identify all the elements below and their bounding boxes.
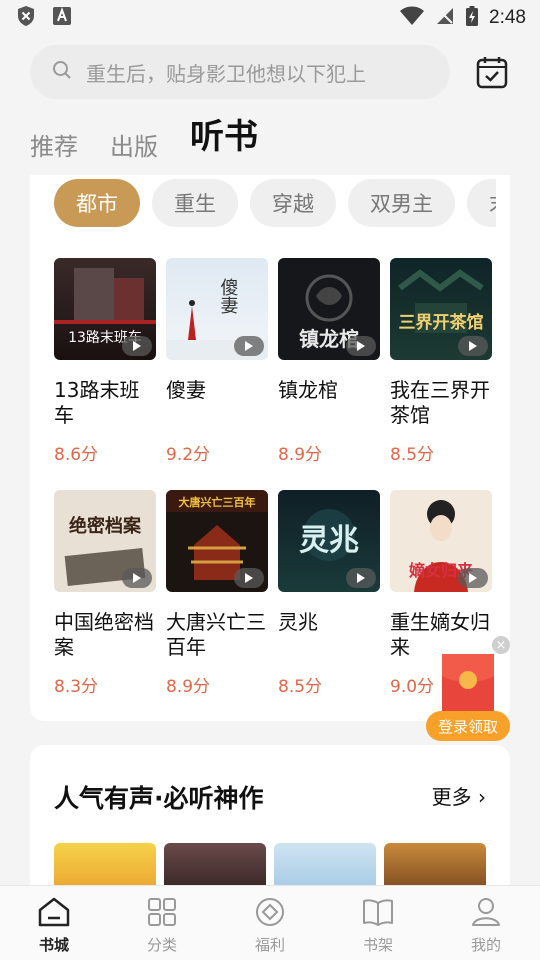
nav-label: 分类: [146, 936, 177, 954]
more-link[interactable]: 更多 ›: [432, 781, 486, 810]
profile-icon: [470, 896, 502, 932]
svg-text:傻妻: 傻妻: [218, 278, 239, 315]
bottom-nav: 书城 分类 福利 书架 我的: [0, 885, 540, 960]
welfare-icon: [254, 896, 286, 932]
nav-category[interactable]: 分类: [108, 886, 216, 960]
bookshelf-icon: [361, 896, 395, 932]
book-item[interactable]: 绝密档案 中国绝密档案 8.3分: [54, 490, 158, 721]
nav-welfare[interactable]: 福利: [216, 886, 324, 960]
chip-time-travel[interactable]: 穿越: [250, 179, 336, 227]
play-icon[interactable]: [234, 568, 264, 588]
svg-text:绝密档案: 绝密档案: [69, 515, 142, 537]
book-score: 9.2分: [166, 445, 211, 465]
book-item[interactable]: 大唐兴亡三百年 大唐兴亡三百年 8.9分: [166, 490, 270, 721]
play-icon[interactable]: [346, 568, 376, 588]
book-item[interactable]: 三界开茶馆 我在三界开茶馆 8.5分: [390, 258, 494, 490]
book-item[interactable]: 灵兆 灵兆 8.5分: [278, 490, 382, 721]
book-cover: 三界开茶馆: [390, 258, 492, 360]
nav-label: 书架: [362, 936, 393, 954]
book-title: 中国绝密档案: [54, 610, 154, 659]
book-score: 8.6分: [54, 445, 99, 465]
svg-text:灵兆: 灵兆: [299, 523, 359, 558]
red-envelope-icon[interactable]: [442, 654, 494, 716]
nav-label: 我的: [470, 936, 501, 954]
nav-bookstore[interactable]: 书城: [0, 886, 108, 960]
promo-close-button[interactable]: ×: [492, 636, 510, 654]
play-icon[interactable]: [122, 568, 152, 588]
book-score: 8.9分: [278, 445, 323, 465]
nav-label: 福利: [254, 936, 285, 954]
no-signal-icon: [435, 6, 455, 30]
chip-rebirth[interactable]: 重生: [152, 179, 238, 227]
battery-charging-icon: [465, 5, 479, 31]
section-title: 人气有声·必听神作: [54, 784, 264, 813]
svg-text:大唐兴亡三百年: 大唐兴亡三百年: [179, 495, 256, 509]
wifi-icon: [399, 6, 425, 30]
play-icon[interactable]: [346, 336, 376, 356]
book-cover: 镇龙棺: [278, 258, 380, 360]
svg-text:三界开茶馆: 三界开茶馆: [399, 312, 484, 333]
tab-published[interactable]: 出版: [110, 127, 158, 168]
book-title: 13路末班车: [54, 378, 140, 427]
tab-recommend[interactable]: 推荐: [30, 127, 78, 168]
book-cover: 绝密档案: [54, 490, 156, 592]
tab-audiobooks[interactable]: 听书: [190, 109, 258, 168]
bookstore-icon: [37, 896, 71, 932]
status-bar: 2:48: [0, 0, 540, 36]
book-score: 8.3分: [54, 677, 99, 697]
book-title: 我在三界开茶馆: [390, 378, 490, 427]
book-cover: 灵兆: [278, 490, 380, 592]
play-icon[interactable]: [234, 336, 264, 356]
category-chips: 都市 重生 穿越 双男主 末: [54, 179, 496, 231]
search-icon: [52, 60, 72, 84]
chip-apocalypse[interactable]: 末: [467, 179, 496, 227]
play-icon[interactable]: [458, 568, 488, 588]
audiobook-card: 都市 重生 穿越 双男主 末 13路末班车 13路末班车 8.6分 傻妻 傻妻 …: [30, 175, 510, 721]
book-item[interactable]: 13路末班车 13路末班车 8.6分: [54, 258, 158, 490]
book-item[interactable]: 镇龙棺 镇龙棺 8.9分: [278, 258, 382, 490]
calendar-checkin-icon[interactable]: [474, 54, 510, 90]
book-grid: 13路末班车 13路末班车 8.6分 傻妻 傻妻 9.2分 镇龙棺 镇龙棺 8.…: [54, 258, 494, 721]
book-score: 8.9分: [166, 677, 211, 697]
popular-audio-section: 人气有声·必听神作 更多 ›: [30, 745, 510, 895]
book-title: 镇龙棺: [278, 378, 338, 402]
book-cover: 大唐兴亡三百年: [166, 490, 268, 592]
search-placeholder: 重生后，贴身影卫他想以下犯上: [86, 61, 366, 86]
text-app-icon: [52, 6, 72, 30]
clock: 2:48: [489, 7, 526, 28]
book-item[interactable]: 傻妻 傻妻 9.2分: [166, 258, 270, 490]
play-icon[interactable]: [458, 336, 488, 356]
book-title: 大唐兴亡三百年: [166, 610, 266, 659]
login-claim-button[interactable]: 登录领取: [426, 711, 510, 741]
book-score: 8.5分: [390, 445, 435, 465]
shield-icon: [16, 5, 36, 31]
chip-urban[interactable]: 都市: [54, 179, 140, 227]
nav-label: 书城: [38, 936, 69, 954]
book-cover: 13路末班车: [54, 258, 156, 360]
book-title: 灵兆: [278, 610, 318, 634]
book-title: 重生嫡女归来: [390, 610, 490, 659]
nav-bookshelf[interactable]: 书架: [324, 886, 432, 960]
book-cover: 嫡女归来: [390, 490, 492, 592]
book-score: 8.5分: [278, 677, 323, 697]
nav-profile[interactable]: 我的: [432, 886, 540, 960]
book-title: 傻妻: [166, 378, 206, 402]
top-tabs: 推荐 出版 听书: [30, 112, 258, 168]
search-bar[interactable]: 重生后，贴身影卫他想以下犯上: [30, 45, 450, 99]
chip-bl[interactable]: 双男主: [348, 179, 455, 227]
play-icon[interactable]: [122, 336, 152, 356]
book-cover: 傻妻: [166, 258, 268, 360]
category-grid-icon: [146, 896, 178, 932]
